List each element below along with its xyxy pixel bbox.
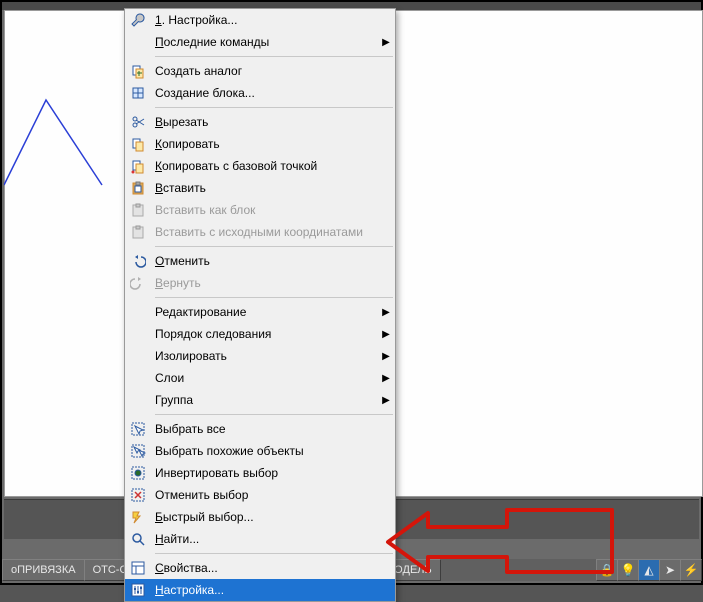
item-select-similar[interactable]: Выбрать похожие объекты bbox=[125, 440, 395, 462]
menu-item-label: Группа bbox=[151, 393, 377, 407]
item-group[interactable]: Группа▶ bbox=[125, 389, 395, 411]
item-invert-selection[interactable]: Инвертировать выбор bbox=[125, 462, 395, 484]
submenu-arrow-icon: ▶ bbox=[377, 373, 395, 384]
item-undo[interactable]: Отменить bbox=[125, 250, 395, 272]
menu-item-label: Копировать bbox=[151, 137, 377, 151]
menu-separator bbox=[155, 107, 393, 108]
settings-icon bbox=[125, 579, 151, 601]
status-osnap-button[interactable]: оПРИВЯЗКА bbox=[2, 559, 85, 581]
menu-item-label: Свойства... bbox=[151, 561, 377, 575]
item-select-all[interactable]: Выбрать все bbox=[125, 418, 395, 440]
menu-item-label: Создание блока... bbox=[151, 86, 377, 100]
status-flash-icon[interactable]: ⚡ bbox=[680, 559, 702, 581]
item-deselect[interactable]: Отменить выбор bbox=[125, 484, 395, 506]
menu-item-label: Отменить bbox=[151, 254, 377, 268]
redo-icon bbox=[125, 272, 151, 294]
submenu-arrow-icon: ▶ bbox=[377, 395, 395, 406]
menu-item-label: Порядок следования bbox=[151, 327, 377, 341]
copy-base-icon bbox=[125, 155, 151, 177]
menu-item-label: Последние команды bbox=[151, 35, 377, 49]
select-all-icon bbox=[125, 418, 151, 440]
menu-separator bbox=[155, 246, 393, 247]
item-recent-commands[interactable]: Последние команды▶ bbox=[125, 31, 395, 53]
item-create-analog[interactable]: Создать аналог bbox=[125, 60, 395, 82]
item-isolate[interactable]: Изолировать▶ bbox=[125, 345, 395, 367]
wrench-icon bbox=[125, 9, 151, 31]
blank-icon bbox=[125, 389, 151, 411]
item-settings[interactable]: Настройка... bbox=[125, 579, 395, 601]
menu-item-label: 1. Настройка... bbox=[151, 13, 377, 27]
scissors-icon bbox=[125, 111, 151, 133]
item-find[interactable]: Найти... bbox=[125, 528, 395, 550]
deselect-icon bbox=[125, 484, 151, 506]
submenu-arrow-icon: ▶ bbox=[377, 351, 395, 362]
menu-item-label: Вырезать bbox=[151, 115, 377, 129]
menu-item-label: Отменить выбор bbox=[151, 488, 377, 502]
status-bulb-icon[interactable]: 💡 bbox=[617, 559, 639, 581]
menu-item-label: Найти... bbox=[151, 532, 377, 546]
menu-item-label: Вернуть bbox=[151, 276, 377, 290]
menu-item-label: Копировать с базовой точкой bbox=[151, 159, 377, 173]
properties-icon bbox=[125, 557, 151, 579]
item-setup-1[interactable]: 1. Настройка... bbox=[125, 9, 395, 31]
select-similar-icon bbox=[125, 440, 151, 462]
item-properties[interactable]: Свойства... bbox=[125, 557, 395, 579]
blank-icon bbox=[125, 323, 151, 345]
context-menu[interactable]: 1. Настройка...Последние команды▶Создать… bbox=[124, 8, 396, 602]
item-paste-origcoords: Вставить с исходными координатами bbox=[125, 221, 395, 243]
menu-item-label: Создать аналог bbox=[151, 64, 377, 78]
menu-separator bbox=[155, 56, 393, 57]
blank-icon bbox=[125, 31, 151, 53]
blank-icon bbox=[125, 345, 151, 367]
status-pyramid-icon[interactable]: ◭ bbox=[638, 559, 660, 581]
item-paste[interactable]: Вставить bbox=[125, 177, 395, 199]
status-cursor-icon[interactable]: ➤ bbox=[659, 559, 681, 581]
menu-separator bbox=[155, 297, 393, 298]
submenu-arrow-icon: ▶ bbox=[377, 307, 395, 318]
item-cut[interactable]: Вырезать bbox=[125, 111, 395, 133]
menu-item-label: Выбрать похожие объекты bbox=[151, 444, 377, 458]
item-quick-select[interactable]: Быстрый выбор... bbox=[125, 506, 395, 528]
item-paste-block: Вставить как блок bbox=[125, 199, 395, 221]
item-layers[interactable]: Слои▶ bbox=[125, 367, 395, 389]
item-redo: Вернуть bbox=[125, 272, 395, 294]
blank-icon bbox=[125, 367, 151, 389]
item-create-block[interactable]: Создание блока... bbox=[125, 82, 395, 104]
menu-item-label: Вставить bbox=[151, 181, 377, 195]
paste-orig-icon bbox=[125, 221, 151, 243]
paste-block-icon bbox=[125, 199, 151, 221]
menu-item-label: Инвертировать выбор bbox=[151, 466, 377, 480]
menu-separator bbox=[155, 414, 393, 415]
submenu-arrow-icon: ▶ bbox=[377, 37, 395, 48]
menu-item-label: Быстрый выбор... bbox=[151, 510, 377, 524]
copy-icon bbox=[125, 133, 151, 155]
copy-plus-icon bbox=[125, 60, 151, 82]
app-window: оПРИВЯЗКАОТС-ОБЪЕКТОТС-ПОЛЯРОРТОДИН-ВВОД… bbox=[0, 0, 703, 585]
status-spacer bbox=[440, 559, 596, 581]
item-draw-order[interactable]: Порядок следования▶ bbox=[125, 323, 395, 345]
status-lock-icon[interactable]: 🔒 bbox=[596, 559, 618, 581]
menu-item-label: Вставить как блок bbox=[151, 203, 377, 217]
paste-icon bbox=[125, 177, 151, 199]
menu-item-label: Вставить с исходными координатами bbox=[151, 225, 377, 239]
undo-icon bbox=[125, 250, 151, 272]
item-editing[interactable]: Редактирование▶ bbox=[125, 301, 395, 323]
quick-select-icon bbox=[125, 506, 151, 528]
menu-separator bbox=[155, 553, 393, 554]
find-icon bbox=[125, 528, 151, 550]
block-icon bbox=[125, 82, 151, 104]
menu-item-label: Изолировать bbox=[151, 349, 377, 363]
menu-item-label: Редактирование bbox=[151, 305, 377, 319]
item-copy[interactable]: Копировать bbox=[125, 133, 395, 155]
item-copy-basepoint[interactable]: Копировать с базовой точкой bbox=[125, 155, 395, 177]
submenu-arrow-icon: ▶ bbox=[377, 329, 395, 340]
menu-item-label: Выбрать все bbox=[151, 422, 377, 436]
menu-item-label: Слои bbox=[151, 371, 377, 385]
blank-icon bbox=[125, 301, 151, 323]
invert-icon bbox=[125, 462, 151, 484]
menu-item-label: Настройка... bbox=[151, 583, 377, 597]
polyline-object[interactable] bbox=[4, 70, 144, 190]
